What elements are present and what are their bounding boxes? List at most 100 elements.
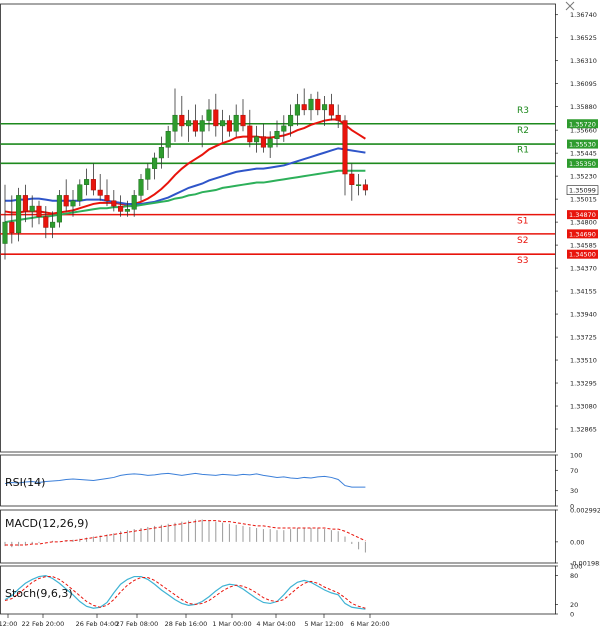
- x-tick-label: 1 Mar 00:00: [212, 620, 251, 628]
- candle-body: [22, 195, 28, 212]
- candle-body: [220, 120, 226, 127]
- candle-body: [152, 157, 158, 169]
- x-tick-label: 28 Feb 16:00: [165, 620, 208, 628]
- candle-body: [247, 125, 253, 143]
- stoch-title: Stoch(9,6,3): [5, 587, 73, 600]
- candle-body: [233, 114, 239, 132]
- candle-body: [226, 120, 232, 132]
- candle-body: [131, 195, 137, 210]
- y-tick-label: 100: [570, 563, 582, 571]
- candle-body: [124, 209, 130, 212]
- candle-body: [260, 136, 266, 148]
- candle-body: [70, 200, 76, 207]
- y-tick-label: 1.33295: [570, 380, 597, 388]
- macd-title: MACD(12,26,9): [5, 517, 89, 530]
- candle-body: [145, 168, 151, 180]
- y-tick-label: 70: [570, 467, 578, 475]
- candle-body: [16, 195, 22, 234]
- candle-body: [63, 195, 69, 207]
- y-tick-label: 1.35880: [570, 103, 597, 111]
- candle-body: [97, 189, 103, 196]
- candle-body: [281, 125, 287, 132]
- candle-body: [206, 109, 212, 121]
- y-tick-label: 1.36095: [570, 80, 597, 88]
- candle-body: [199, 120, 205, 132]
- current-price-text: 1.35099: [569, 187, 596, 195]
- y-tick-label: 0: [570, 611, 574, 619]
- level-label-s1: S1: [517, 217, 528, 227]
- y-tick-label: 1.35015: [570, 196, 597, 204]
- candle-body: [179, 114, 185, 127]
- level-label-r1: R1: [517, 145, 529, 155]
- level-tag-text: 1.34690: [569, 230, 596, 238]
- level-tag-text: 1.35350: [569, 160, 596, 168]
- candle-body: [315, 98, 321, 111]
- candle-body: [288, 114, 294, 127]
- candle-body: [165, 130, 171, 148]
- rsi-title: RSI(14): [5, 476, 45, 489]
- candle-body: [90, 179, 96, 191]
- x-tick-label: 6 Mar 20:00: [350, 620, 389, 628]
- candle-body: [29, 205, 35, 212]
- candle-body: [294, 104, 300, 116]
- x-tick-label: 26 Feb 04:00: [76, 620, 119, 628]
- y-tick-label: 1.32865: [570, 426, 597, 434]
- y-tick-label: 1.34585: [570, 242, 597, 250]
- y-tick-label: 0.00: [570, 538, 584, 546]
- x-tick-label: 12:00: [0, 620, 17, 628]
- y-tick-label: 1.34155: [570, 288, 597, 296]
- x-tick-label: 22 Feb 20:00: [22, 620, 65, 628]
- level-label-r2: R2: [517, 126, 529, 136]
- candle-body: [301, 104, 307, 111]
- y-tick-label: 1.36310: [570, 57, 597, 65]
- candle-body: [213, 109, 219, 127]
- candle-body: [342, 120, 348, 175]
- candle-body: [267, 138, 273, 148]
- y-tick-label: 1.36525: [570, 34, 597, 42]
- y-tick-label: 20: [570, 601, 578, 609]
- y-tick-label: 0.002992: [570, 507, 600, 515]
- candle-body: [118, 205, 124, 212]
- candle-body: [2, 221, 8, 244]
- level-label-s2: S2: [517, 236, 528, 246]
- chart-canvas: 1.367401.365251.363101.360951.358801.356…: [0, 0, 600, 632]
- candle-body: [50, 221, 56, 228]
- candle-body: [349, 173, 355, 185]
- candle-body: [158, 147, 164, 159]
- y-tick-label: 1.33080: [570, 403, 597, 411]
- candle-body: [138, 179, 144, 196]
- y-tick-label: 1.34370: [570, 265, 597, 273]
- candle-body: [172, 114, 178, 132]
- x-tick-label: 4 Mar 04:00: [256, 620, 295, 628]
- candle-body: [254, 136, 260, 143]
- candle-body: [274, 130, 280, 139]
- candle-body: [111, 200, 117, 207]
- candle-body: [192, 120, 198, 132]
- candle-body: [362, 184, 368, 191]
- y-tick-label: 1.35445: [570, 150, 597, 158]
- candle-body: [308, 98, 314, 111]
- y-tick-label: 1.35230: [570, 173, 597, 181]
- x-tick-label: 27 Feb 08:00: [116, 620, 159, 628]
- y-tick-label: 1.33940: [570, 311, 597, 319]
- candle-body: [84, 179, 90, 185]
- level-tag-text: 1.35720: [569, 120, 596, 128]
- y-tick-label: 1.33510: [570, 357, 597, 365]
- candle-body: [9, 221, 15, 234]
- candle-body: [356, 184, 362, 186]
- y-tick-label: 80: [570, 572, 578, 580]
- y-tick-label: 1.36740: [570, 11, 597, 19]
- candle-body: [56, 195, 62, 223]
- x-tick-label: 5 Mar 12:00: [304, 620, 343, 628]
- level-tag-text: 1.34870: [569, 211, 596, 219]
- level-label-r3: R3: [517, 106, 529, 116]
- candle-body: [322, 104, 328, 111]
- candle-body: [77, 184, 83, 201]
- candle-body: [104, 195, 110, 201]
- candle-body: [36, 205, 42, 218]
- level-tag-text: 1.35530: [569, 141, 596, 149]
- candle-body: [328, 104, 334, 116]
- background: [0, 0, 600, 632]
- y-tick-label: 1.33725: [570, 334, 597, 342]
- y-tick-label: 100: [570, 452, 582, 460]
